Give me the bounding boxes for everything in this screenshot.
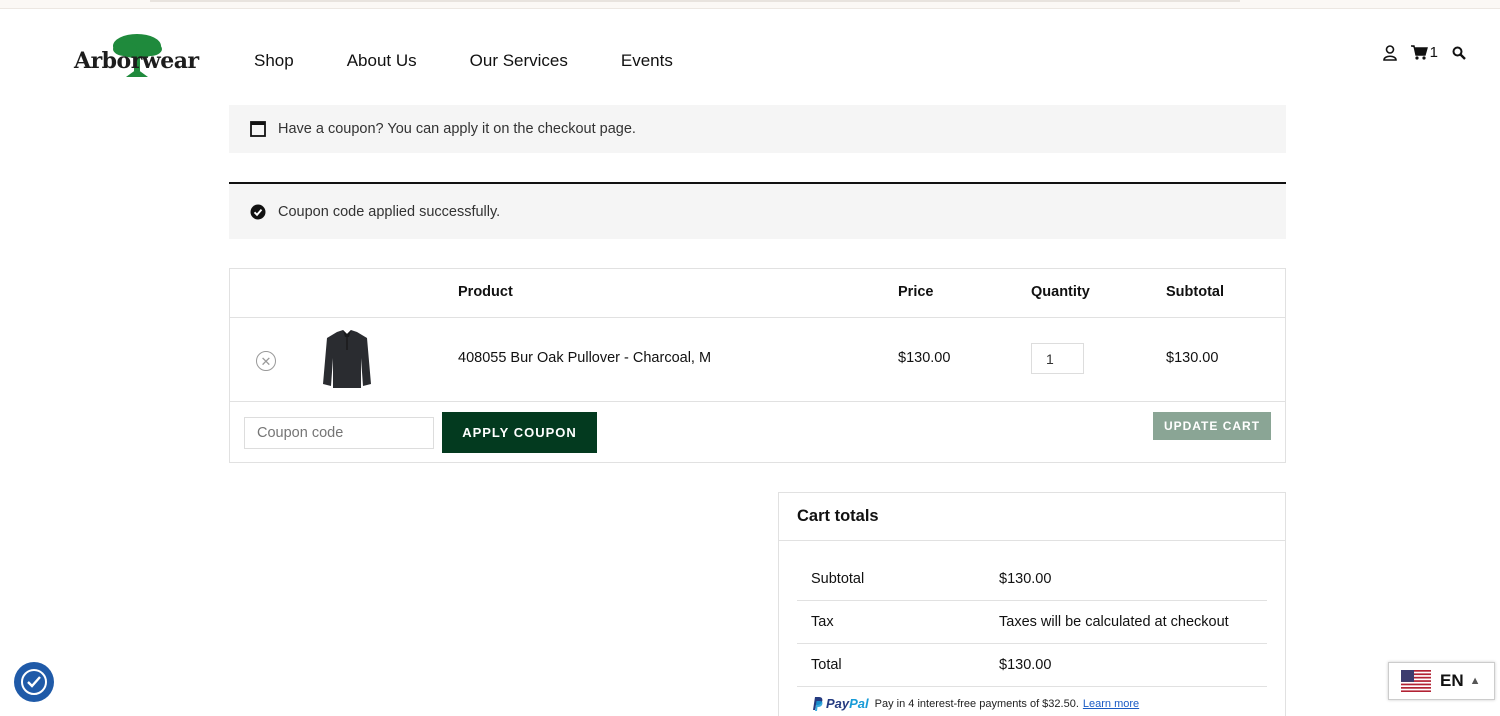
coupon-success-notice: Coupon code applied successfully. xyxy=(229,182,1286,239)
accessibility-button[interactable] xyxy=(14,662,54,702)
product-thumbnail[interactable] xyxy=(319,328,375,390)
cart-item-row: ✕ 408055 Bur Oak Pullover - Charcoal, M … xyxy=(230,318,1285,402)
paypal-text: Pay in 4 interest-free payments of $32.5… xyxy=(874,697,1079,710)
coupon-hint-text: Have a coupon? You can apply it on the c… xyxy=(278,121,636,137)
paypal-logo-pay: Pay xyxy=(826,696,850,711)
header-subtotal: Subtotal xyxy=(1166,284,1224,300)
user-icon xyxy=(1382,44,1397,61)
check-circle-icon xyxy=(249,203,266,220)
nav-our-services[interactable]: Our Services xyxy=(470,50,568,72)
totals-tax-label: Tax xyxy=(811,614,834,630)
chevron-up-icon: ▲ xyxy=(1469,675,1481,687)
paypal-logo-text: PayPal xyxy=(826,696,869,711)
paypal-learn-more-link[interactable]: Learn more xyxy=(1083,698,1139,710)
header-quantity: Quantity xyxy=(1031,284,1090,300)
header-price: Price xyxy=(898,284,934,300)
totals-tax-row: Tax Taxes will be calculated at checkout xyxy=(797,601,1267,644)
remove-item-button[interactable]: ✕ xyxy=(256,351,276,371)
accessibility-icon xyxy=(21,669,47,695)
coupon-hint-notice: Have a coupon? You can apply it on the c… xyxy=(229,105,1286,153)
language-selector[interactable]: EN ▲ xyxy=(1388,662,1495,700)
cart-button[interactable]: 1 xyxy=(1410,44,1438,61)
totals-subtotal-label: Subtotal xyxy=(811,571,865,587)
totals-total-label: Total xyxy=(811,657,842,673)
update-cart-button[interactable]: UPDATE CART xyxy=(1153,412,1271,440)
arborwear-logo[interactable]: Arborwear xyxy=(74,33,206,79)
totals-tax-value: Taxes will be calculated at checkout xyxy=(999,614,1229,630)
quantity-input[interactable]: 1 xyxy=(1031,343,1084,374)
nav-shop[interactable]: Shop xyxy=(254,50,294,72)
paypal-message: PayPal Pay in 4 interest-free payments o… xyxy=(811,696,1139,711)
nav-events[interactable]: Events xyxy=(621,50,673,72)
header-icons: 1 xyxy=(1369,44,1466,61)
coupon-code-input[interactable] xyxy=(244,417,434,449)
window-icon xyxy=(249,121,266,138)
cart-totals: Cart totals Subtotal $130.00 Tax Taxes w… xyxy=(778,492,1286,716)
top-strip xyxy=(0,0,1500,9)
coupon-success-text: Coupon code applied successfully. xyxy=(278,203,501,220)
top-strip-line xyxy=(150,0,1240,2)
nav-about-us[interactable]: About Us xyxy=(347,50,417,72)
product-name-link[interactable]: 408055 Bur Oak Pullover - Charcoal, M xyxy=(458,350,711,366)
totals-subtotal-value: $130.00 xyxy=(999,571,1052,587)
paypal-logo-pal: Pal xyxy=(849,696,869,711)
paypal-p-icon xyxy=(813,697,823,711)
account-button[interactable] xyxy=(1382,44,1397,61)
product-price: $130.00 xyxy=(898,350,951,366)
search-button[interactable] xyxy=(1452,46,1466,60)
language-code: EN xyxy=(1440,671,1464,690)
cart-count-badge: 1 xyxy=(1429,44,1438,61)
cart-table-header: Product Price Quantity Subtotal xyxy=(230,269,1285,318)
totals-total-row: Total $130.00 xyxy=(797,644,1267,687)
product-subtotal: $130.00 xyxy=(1166,350,1219,366)
header-product: Product xyxy=(458,284,513,300)
totals-total-value: $130.00 xyxy=(999,657,1052,673)
search-icon xyxy=(1452,46,1466,60)
totals-subtotal-row: Subtotal $130.00 xyxy=(797,558,1267,601)
cart-totals-title: Cart totals xyxy=(779,493,1285,541)
us-flag-icon xyxy=(1401,670,1431,692)
apply-coupon-button[interactable]: APPLY COUPON xyxy=(442,412,597,453)
cart-actions: APPLY COUPON UPDATE CART xyxy=(230,403,1285,463)
cart-table: Product Price Quantity Subtotal ✕ 408055… xyxy=(229,268,1286,463)
logo-text: Arborwear xyxy=(74,48,199,74)
main-nav: Shop About Us Our Services Events xyxy=(254,50,726,72)
cart-icon xyxy=(1410,45,1428,60)
